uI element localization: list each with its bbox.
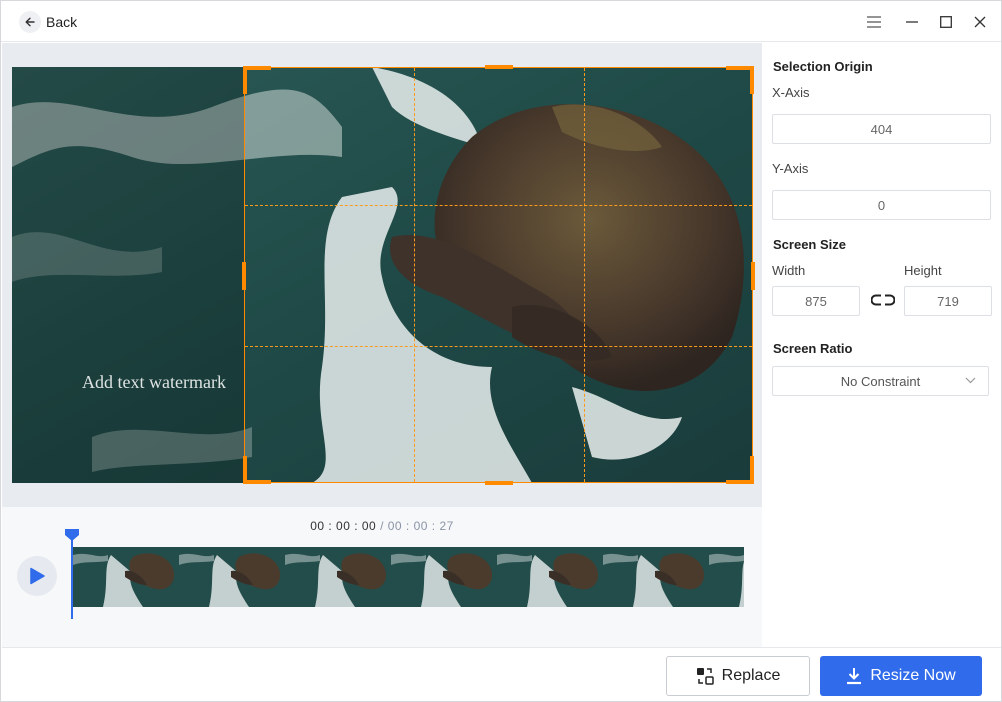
filmstrip-frame — [391, 547, 497, 607]
filmstrip-frame — [603, 547, 709, 607]
resize-now-label: Resize Now — [870, 667, 956, 684]
video-frame: Add text watermark — [12, 67, 752, 483]
screen-size-title: Screen Size — [773, 237, 846, 252]
chevron-down-icon — [965, 377, 976, 384]
title-bar: Back — [1, 1, 1001, 42]
text-watermark[interactable]: Add text watermark — [82, 372, 226, 393]
selection-origin-title: Selection Origin — [773, 59, 873, 74]
timeline: 00 : 00 : 00 / 00 : 00 : 27 — [2, 507, 762, 647]
filmstrip[interactable] — [73, 547, 744, 607]
playhead[interactable] — [71, 529, 73, 619]
filmstrip-frame — [179, 547, 285, 607]
screen-ratio-value: No Constraint — [840, 373, 921, 389]
back-label: Back — [46, 14, 78, 30]
x-axis-label: X-Axis — [772, 85, 810, 100]
timecode: 00 : 00 : 00 / 00 : 00 : 27 — [2, 519, 762, 533]
replace-button[interactable]: Replace — [666, 656, 810, 696]
filmstrip-frame — [285, 547, 391, 607]
back-button[interactable]: Back — [19, 10, 77, 34]
time-separator: / — [376, 519, 388, 533]
screen-ratio-title: Screen Ratio — [773, 341, 853, 356]
close-icon[interactable] — [970, 12, 990, 32]
height-input[interactable]: 719 — [904, 286, 992, 316]
app-window: Back Add text watermark 00: 00: 00 / 0… — [0, 0, 1002, 702]
settings-panel: Selection Origin X-Axis 404 Y-Axis 0 Scr… — [763, 43, 1001, 647]
menu-icon[interactable] — [864, 12, 884, 32]
back-arrow-icon — [19, 11, 41, 33]
screen-ratio-select[interactable]: No Constraint — [772, 366, 989, 396]
replace-icon — [696, 667, 714, 685]
video-preview-area: Add text watermark — [2, 43, 762, 507]
minimize-icon[interactable] — [902, 12, 922, 32]
download-icon — [846, 667, 862, 685]
filmstrip-frame — [709, 547, 744, 607]
width-input[interactable]: 875 — [772, 286, 860, 316]
total-time: 00 : 00 : 27 — [387, 519, 454, 533]
resize-now-button[interactable]: Resize Now — [820, 656, 982, 696]
x-axis-input[interactable]: 404 — [772, 114, 991, 144]
y-axis-input[interactable]: 0 — [772, 190, 991, 220]
play-icon — [30, 567, 45, 585]
sea-rocks-image — [12, 67, 752, 483]
filmstrip-frame — [73, 547, 179, 607]
play-button[interactable] — [17, 556, 57, 596]
playhead-handle[interactable] — [64, 529, 80, 541]
height-label: Height — [904, 263, 942, 278]
bottom-bar: Replace Resize Now — [2, 647, 1001, 701]
current-time: 00 : 00 : 00 — [310, 519, 377, 533]
link-ratio-icon[interactable] — [870, 292, 896, 308]
replace-label: Replace — [721, 667, 781, 684]
filmstrip-frame — [497, 547, 603, 607]
y-axis-label: Y-Axis — [772, 161, 809, 176]
maximize-icon[interactable] — [936, 12, 956, 32]
width-label: Width — [772, 263, 806, 278]
